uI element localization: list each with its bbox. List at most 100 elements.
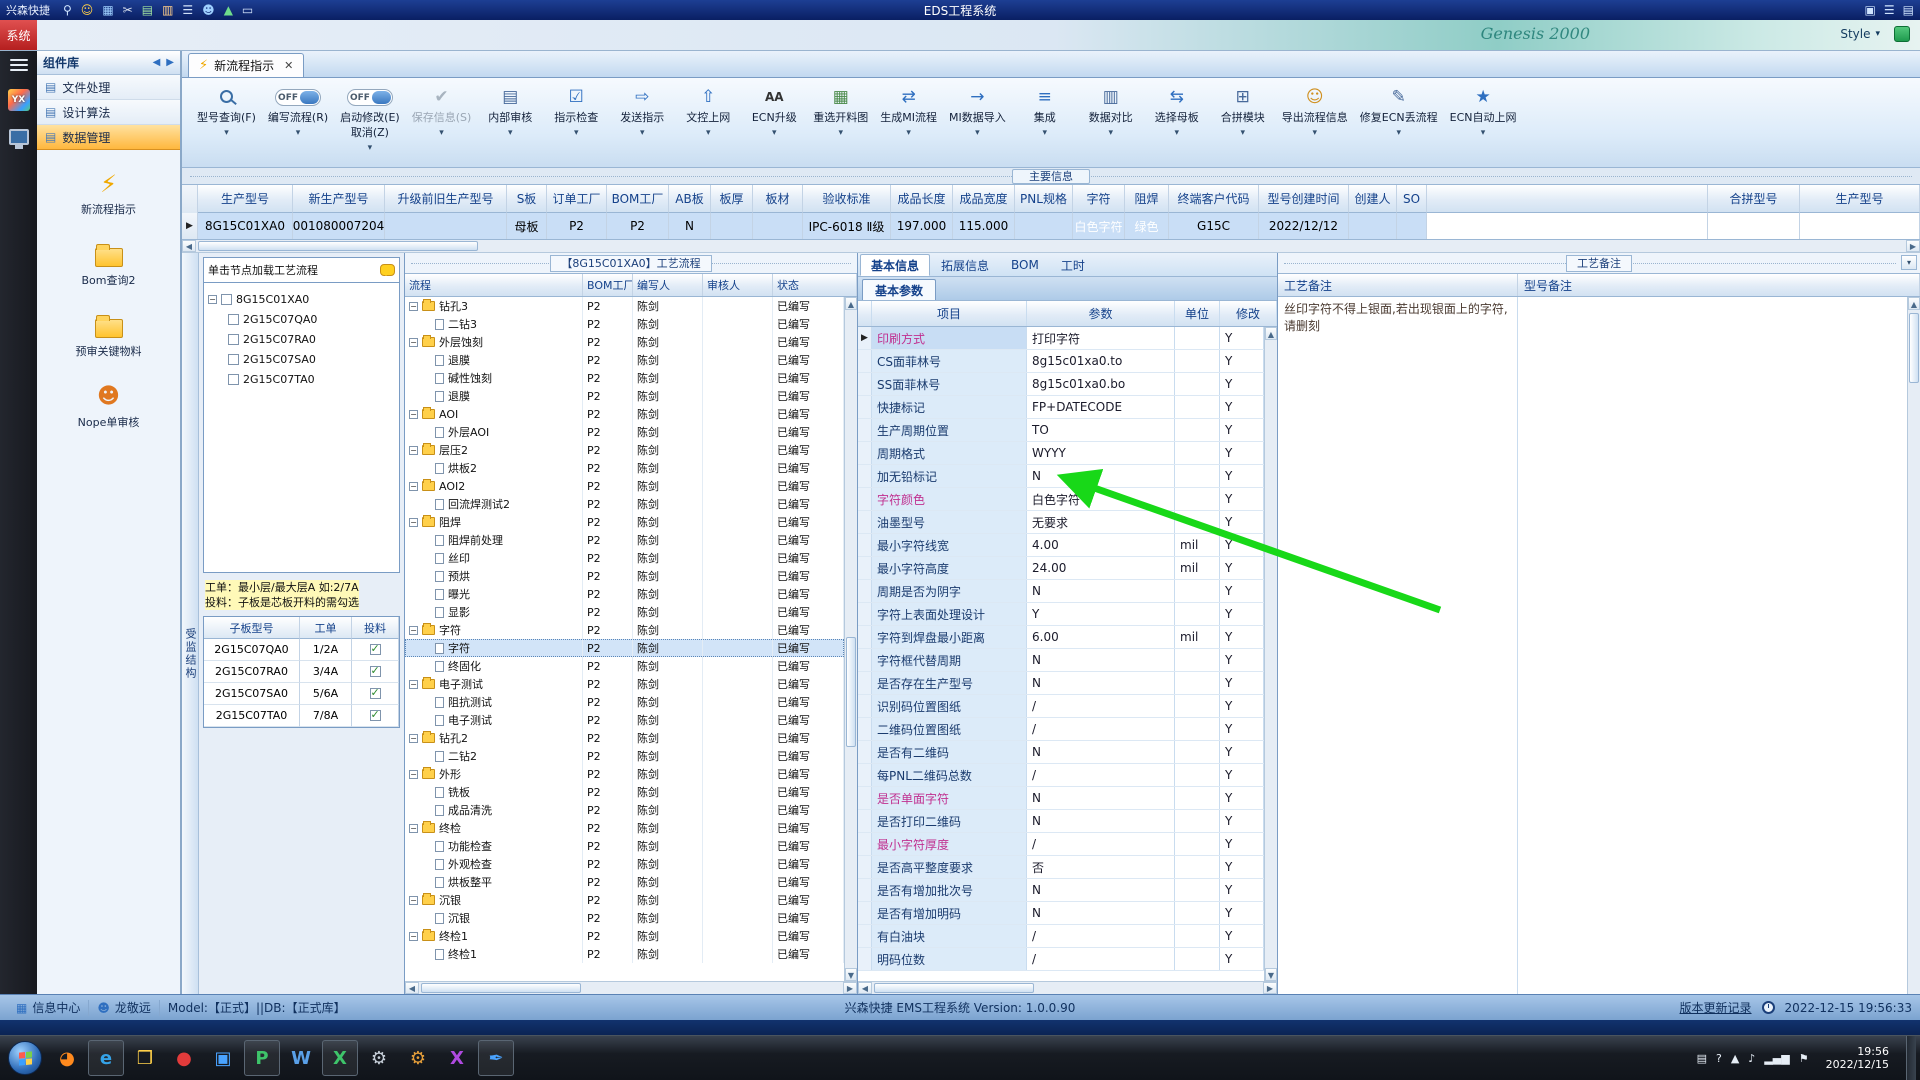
browser-orange-icon[interactable]: ◕ <box>49 1040 85 1076</box>
process-step-row[interactable]: 烘板2 P2 陈剑 已编写 <box>405 459 844 477</box>
process-step-row[interactable]: 丝印 P2 陈剑 已编写 <box>405 549 844 567</box>
scroll-up-icon[interactable]: ▲ <box>1265 327 1277 340</box>
dropdown-arrow-icon[interactable]: ▾ <box>1241 128 1246 138</box>
process-remark-cell[interactable]: 丝印字符不得上银面,若出现银面上的字符,请删刻 <box>1278 297 1518 994</box>
process-step-row[interactable]: 退膜 P2 陈剑 已编写 <box>405 351 844 369</box>
user-icon[interactable]: ☻ <box>202 1 215 19</box>
toolbar-button-repair[interactable]: ✎ 修复ECN丢流程 ▾ <box>1355 84 1443 138</box>
toolbar-button-search[interactable]: 型号查询(F) ▾ <box>192 84 261 138</box>
internet-explorer-icon[interactable]: e <box>88 1040 124 1076</box>
expander-icon[interactable]: − <box>409 517 418 527</box>
parameter-row[interactable]: 明码位数 / Y <box>858 948 1264 971</box>
parameter-row[interactable]: 最小字符高度 24.00 mil Y <box>858 557 1264 580</box>
scroll-down-icon[interactable]: ▼ <box>845 968 857 981</box>
toolbar-button-write-flow-toggle[interactable]: OFF 编写流程(R) ▾ <box>263 84 333 138</box>
expander-icon[interactable]: − <box>409 733 418 743</box>
language-flag-icon[interactable]: ⚑ <box>1799 1052 1809 1065</box>
parameter-row[interactable]: 是否有二维码 N Y <box>858 741 1264 764</box>
parameter-row[interactable]: 周期格式 WYYY Y <box>858 442 1264 465</box>
parameter-row[interactable]: 是否打印二维码 N Y <box>858 810 1264 833</box>
feed-checkbox[interactable] <box>369 642 381 655</box>
process-step-row[interactable]: 终固化 P2 陈剑 已编写 <box>405 657 844 675</box>
expander-icon[interactable]: − <box>409 301 418 311</box>
toolbar-button-printer[interactable]: ▤ 内部审核 ▾ <box>478 84 542 138</box>
parameter-row[interactable]: 字符框代替周期 N Y <box>858 649 1264 672</box>
printer-tray-icon[interactable]: ▤ <box>1697 1052 1707 1065</box>
shortcut-item[interactable]: ☻ Nope单审核 <box>78 385 140 430</box>
gear-icon[interactable]: ⚙ <box>361 1040 397 1076</box>
gear-orange-icon[interactable]: ⚙ <box>400 1040 436 1076</box>
show-desktop-button[interactable] <box>1906 1035 1916 1080</box>
save-disk-icon[interactable]: ▣ <box>205 1040 241 1076</box>
parameter-row[interactable]: 最小字符线宽 4.00 mil Y <box>858 534 1264 557</box>
process-group-row[interactable]: − 外形 P2 陈剑 已编写 <box>405 765 844 783</box>
process-group-row[interactable]: − AOI2 P2 陈剑 已编写 <box>405 477 844 495</box>
parameter-row[interactable]: 最小字符厚度 / Y <box>858 833 1264 856</box>
dropdown-arrow-icon[interactable]: ▾ <box>772 128 777 138</box>
dropdown-arrow-icon[interactable]: ▾ <box>640 128 645 138</box>
process-step-row[interactable]: 显影 P2 陈剑 已编写 <box>405 603 844 621</box>
parameter-row[interactable]: 字符到焊盘最小距离 6.00 mil Y <box>858 626 1264 649</box>
taskbar-clock[interactable]: 19:56 2022/12/15 <box>1818 1045 1897 1071</box>
pin-right-icon[interactable]: ▶ <box>166 57 174 68</box>
process-group-row[interactable]: − 层压2 P2 陈剑 已编写 <box>405 441 844 459</box>
process-step-row[interactable]: 字符 P2 陈剑 已编写 <box>405 639 844 657</box>
checkbox[interactable] <box>228 313 239 325</box>
process-step-row[interactable]: 烘板整平 P2 陈剑 已编写 <box>405 873 844 891</box>
parameter-row[interactable]: 每PNL二维码总数 / Y <box>858 764 1264 787</box>
process-step-row[interactable]: 阻焊前处理 P2 陈剑 已编写 <box>405 531 844 549</box>
detail-tab[interactable]: 工时 <box>1050 254 1096 276</box>
process-group-row[interactable]: − 阻焊 P2 陈剑 已编写 <box>405 513 844 531</box>
detail-horizontal-scrollbar[interactable]: ◀ ▶ <box>858 981 1277 994</box>
expander-icon[interactable]: − <box>409 481 418 491</box>
toolbar-button-upload[interactable]: ⇧ 文控上网 ▾ <box>676 84 740 138</box>
process-step-row[interactable]: 退膜 P2 陈剑 已编写 <box>405 387 844 405</box>
parameter-row[interactable]: 是否有增加明码 N Y <box>858 902 1264 925</box>
shortcut-item[interactable]: Bom查询2 <box>82 243 136 288</box>
expander-icon[interactable]: − <box>208 294 217 304</box>
process-horizontal-scrollbar[interactable]: ◀ ▶ <box>405 981 857 994</box>
checkbox[interactable] <box>228 333 239 345</box>
scissors-icon[interactable]: ✂ <box>123 1 133 19</box>
scroll-thumb[interactable] <box>421 983 581 993</box>
expander-icon[interactable]: − <box>409 337 418 347</box>
toolbar-button-start-modify-toggle[interactable]: OFF 启动修改(E) 取消(Z) ▾ <box>335 84 405 153</box>
shortcut-item[interactable]: ⚡ 新流程指示 <box>81 172 136 217</box>
toolbar-button-image[interactable]: ▦ 重选开料图 ▾ <box>808 84 873 138</box>
tab-new-process-instruction[interactable]: ⚡ 新流程指示 ✕ <box>188 53 305 77</box>
expander-icon[interactable]: − <box>409 931 418 941</box>
hamburger-menu-icon[interactable] <box>9 59 28 71</box>
pen-icon[interactable]: ✒ <box>478 1040 514 1076</box>
parameter-row[interactable]: 字符上表面处理设计 Y Y <box>858 603 1264 626</box>
tree-node-child[interactable]: 2G15C07QA0 <box>208 309 395 329</box>
process-group-row[interactable]: − 电子测试 P2 陈剑 已编写 <box>405 675 844 693</box>
process-group-row[interactable]: − AOI P2 陈剑 已编写 <box>405 405 844 423</box>
toolbar-button-send[interactable]: ⇨ 发送指示 ▾ <box>610 84 674 138</box>
start-button[interactable] <box>8 1041 42 1075</box>
process-group-row[interactable]: − 沉银 P2 陈剑 已编写 <box>405 891 844 909</box>
grid-selected-row[interactable]: ▶8G15C01XA010010800072042母板P2P2NIPC-6018… <box>182 213 1920 239</box>
excel-icon[interactable]: X <box>322 1040 358 1076</box>
list-icon[interactable]: ☰ <box>182 1 193 19</box>
process-step-row[interactable]: 铣板 P2 陈剑 已编写 <box>405 783 844 801</box>
scroll-down-icon[interactable]: ▼ <box>1265 968 1277 981</box>
help-tray-icon[interactable]: ? <box>1716 1052 1722 1065</box>
chart-icon[interactable]: ▲ <box>224 1 233 19</box>
process-step-row[interactable]: 终检1 P2 陈剑 已编写 <box>405 945 844 963</box>
detail-vertical-scrollbar[interactable]: ▲ ▼ <box>1264 327 1277 981</box>
scroll-up-icon[interactable]: ▲ <box>845 297 857 310</box>
process-step-row[interactable]: 电子测试 P2 陈剑 已编写 <box>405 711 844 729</box>
parameter-row[interactable]: 有白油块 / Y <box>858 925 1264 948</box>
expander-icon[interactable]: − <box>409 409 418 419</box>
process-group-row[interactable]: − 字符 P2 陈剑 已编写 <box>405 621 844 639</box>
parameter-row[interactable]: 生产周期位置 TO Y <box>858 419 1264 442</box>
volume-icon[interactable]: ♪ <box>1748 1052 1755 1065</box>
subboard-row[interactable]: 2G15C07QA0 1/2A <box>204 639 399 661</box>
process-step-row[interactable]: 外观检查 P2 陈剑 已编写 <box>405 855 844 873</box>
tree-node-root[interactable]: − 8G15C01XA0 <box>208 289 395 309</box>
scroll-right-icon[interactable]: ▶ <box>1906 240 1920 252</box>
grid-horizontal-scrollbar[interactable]: ◀ ▶ <box>182 240 1920 253</box>
parameter-row[interactable]: CS面菲林号 8g15c01xa0.to Y <box>858 350 1264 373</box>
toolbar-button-star[interactable]: ★ ECN自动上网 ▾ <box>1445 84 1522 138</box>
toolbar-button-import[interactable]: → MI数据导入 ▾ <box>944 84 1011 138</box>
